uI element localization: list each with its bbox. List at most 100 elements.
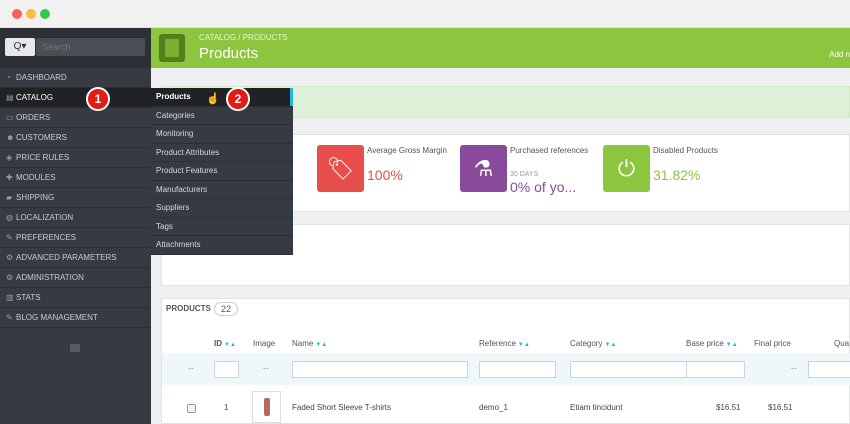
sidebar-menu: ◔ DASHBOARD ▤ CATALOG ▭ ORDERS ☻ CUSTOMERS ◈ PRIC… — [0, 68, 151, 328]
sidebar-item-label: ADMINISTRATION — [16, 273, 84, 282]
kpi-value: 0% of yo... — [510, 179, 577, 195]
product-thumbnail[interactable] — [252, 391, 281, 423]
column-header-base-price[interactable]: Base price ▼▲ — [686, 339, 738, 348]
book-icon — [159, 34, 185, 62]
minimize-window-icon[interactable] — [26, 9, 36, 19]
maximize-window-icon[interactable] — [40, 9, 50, 19]
book-icon: ▤ — [6, 93, 14, 102]
row-checkbox[interactable] — [187, 404, 196, 413]
dashboard-icon: ◔ — [6, 73, 11, 82]
hand-cursor-icon: ☝ — [206, 93, 220, 105]
browser-window: Q▾ ◔DASHBOARD▤CATALOG▭ORDERS☻CUSTOMERS◈P… — [0, 0, 850, 424]
sidebar-item-stats[interactable]: ▥ STATS — [0, 288, 151, 308]
sidebar-item-shipping[interactable]: ▰ SHIPPING — [0, 188, 151, 208]
search-input[interactable] — [36, 38, 145, 56]
submenu-item-monitoring[interactable]: Monitoring — [151, 125, 293, 144]
submenu-item-label: Monitoring — [156, 129, 194, 138]
kpi-label: Disabled Products — [653, 146, 718, 155]
submenu-item-manufacturers[interactable]: Manufacturers — [151, 181, 293, 199]
truck-icon: ▰ — [6, 193, 13, 202]
sidebar-item-orders[interactable]: ▭ ORDERS — [0, 108, 151, 128]
column-header-final-price[interactable]: Final price — [754, 339, 791, 348]
tag-icon: 🏷 — [317, 145, 364, 192]
cell-id: 1 — [224, 403, 229, 412]
sidebar-item-label: CATALOG — [16, 93, 54, 102]
catalog-submenu: Products Categories Monitoring Product Attr… — [151, 88, 293, 255]
filter-quantity-input[interactable] — [808, 361, 850, 378]
sort-arrows-icon[interactable]: ▼▲ — [604, 342, 616, 348]
sidebar-item-administration[interactable]: ⚙ ADMINISTRATION — [0, 268, 151, 288]
column-header-label: Image — [253, 339, 276, 348]
sidebar-item-blog-management[interactable]: ✎ BLOG MANAGEMENT — [0, 308, 151, 328]
submenu-item-product-features[interactable]: Product Features — [151, 162, 293, 181]
submenu-item-label: Manufacturers — [156, 184, 208, 194]
wrench-icon: ✎ — [6, 233, 13, 242]
power-icon: ⏻ — [603, 145, 650, 192]
sidebar-item-label: BLOG MANAGEMENT — [16, 313, 98, 322]
column-header-image[interactable]: Image — [253, 339, 275, 348]
sidebar-item-advanced-parameters[interactable]: ⚙ ADVANCED PARAMETERS — [0, 248, 151, 268]
kpi-power[interactable]: ⏻ Disabled Products 31.82% — [603, 145, 743, 203]
sort-arrows-icon[interactable]: ▼▲ — [518, 342, 530, 348]
sidebar-search: Q▾ — [0, 28, 151, 68]
sidebar-item-label: SHIPPING — [16, 193, 55, 202]
sidebar-item-modules[interactable]: ✚ MODULES — [0, 168, 151, 188]
close-window-icon[interactable] — [12, 9, 22, 19]
step-callout-2: 2 — [226, 87, 250, 111]
sidebar-item-dashboard[interactable]: ◔ DASHBOARD — [0, 68, 151, 88]
column-header-name[interactable]: Name ▼▲ — [292, 339, 327, 348]
submenu-item-categories[interactable]: Categories — [151, 107, 293, 125]
kpi-label: Average Gross Margin — [367, 146, 447, 155]
sidebar-item-catalog[interactable]: ▤ CATALOG — [0, 88, 151, 108]
add-new-product-button[interactable]: Add n — [829, 50, 850, 59]
filter-placeholder-dash: -- — [263, 363, 269, 373]
sort-arrows-icon[interactable]: ▼▲ — [224, 342, 236, 348]
sidebar-item-label: ORDERS — [16, 113, 51, 122]
products-panel: PRODUCTS 22 -- -- -- ID ▼▲ Image Name ▼▲ Refere… — [161, 298, 850, 424]
page-header: CATALOG / PRODUCTS Products Add n — [151, 28, 850, 68]
filter-id-input[interactable] — [214, 361, 239, 378]
column-header-category[interactable]: Category ▼▲ — [570, 339, 616, 348]
cogs-icon: ⚙ — [6, 253, 14, 262]
flask-icon: ⚗ — [460, 145, 507, 192]
filter-reference-input[interactable] — [479, 361, 556, 378]
kpi-label: Purchased references — [510, 146, 589, 155]
filter-row: -- -- -- — [162, 353, 850, 385]
filter-name-input[interactable] — [292, 361, 468, 378]
sidebar-item-label: ADVANCED PARAMETERS — [16, 253, 117, 262]
cell-reference: demo_1 — [479, 403, 508, 412]
submenu-item-products[interactable]: Products — [151, 88, 293, 107]
column-header-id[interactable]: ID ▼▲ — [214, 339, 236, 348]
column-header-label: Qua — [834, 339, 850, 348]
sort-arrows-icon[interactable]: ▼▲ — [726, 342, 738, 348]
globe-icon: ◍ — [6, 213, 13, 222]
sidebar-item-customers[interactable]: ☻ CUSTOMERS — [0, 128, 151, 148]
submenu-item-suppliers[interactable]: Suppliers — [151, 199, 293, 218]
sidebar-item-label: PRICE RULES — [16, 153, 70, 162]
submenu-item-product-attributes[interactable]: Product Attributes — [151, 144, 293, 162]
column-header-reference[interactable]: Reference ▼▲ — [479, 339, 530, 348]
cell-name: Faded Short Sleeve T-shirts — [292, 403, 392, 412]
filter-placeholder-dash: -- — [188, 363, 194, 373]
column-header-label: Base price — [686, 339, 724, 348]
pencil-icon: ✎ — [6, 313, 13, 322]
column-header-label: Final price — [754, 339, 791, 348]
sidebar-item-price-rules[interactable]: ◈ PRICE RULES — [0, 148, 151, 168]
submenu-item-attachments[interactable]: Attachments — [151, 236, 293, 255]
filter-base-price-input[interactable] — [686, 361, 745, 378]
admin-sidebar: Q▾ ◔DASHBOARD▤CATALOG▭ORDERS☻CUSTOMERS◈P… — [0, 28, 151, 424]
submenu-item-label: Attachments — [156, 240, 201, 249]
column-header-qua[interactable]: Qua — [834, 339, 849, 348]
column-header-label: ID — [214, 339, 222, 348]
breadcrumb[interactable]: CATALOG / PRODUCTS — [199, 33, 288, 42]
sidebar-item-label: CUSTOMERS — [16, 133, 67, 142]
search-type-button[interactable]: Q▾ — [5, 38, 35, 56]
sidebar-item-localization[interactable]: ◍ LOCALIZATION — [0, 208, 151, 228]
submenu-item-tags[interactable]: Tags — [151, 218, 293, 236]
collapse-sidebar-icon[interactable] — [70, 344, 80, 352]
kpi-flask[interactable]: ⚗ Purchased references 30 DAYS 0% of yo... — [460, 145, 600, 203]
sidebar-item-preferences[interactable]: ✎ PREFERENCES — [0, 228, 151, 248]
kpi-tag[interactable]: 🏷 Average Gross Margin 100% — [317, 145, 457, 203]
sidebar-item-label: PREFERENCES — [16, 233, 77, 242]
sort-arrows-icon[interactable]: ▼▲ — [315, 342, 327, 348]
